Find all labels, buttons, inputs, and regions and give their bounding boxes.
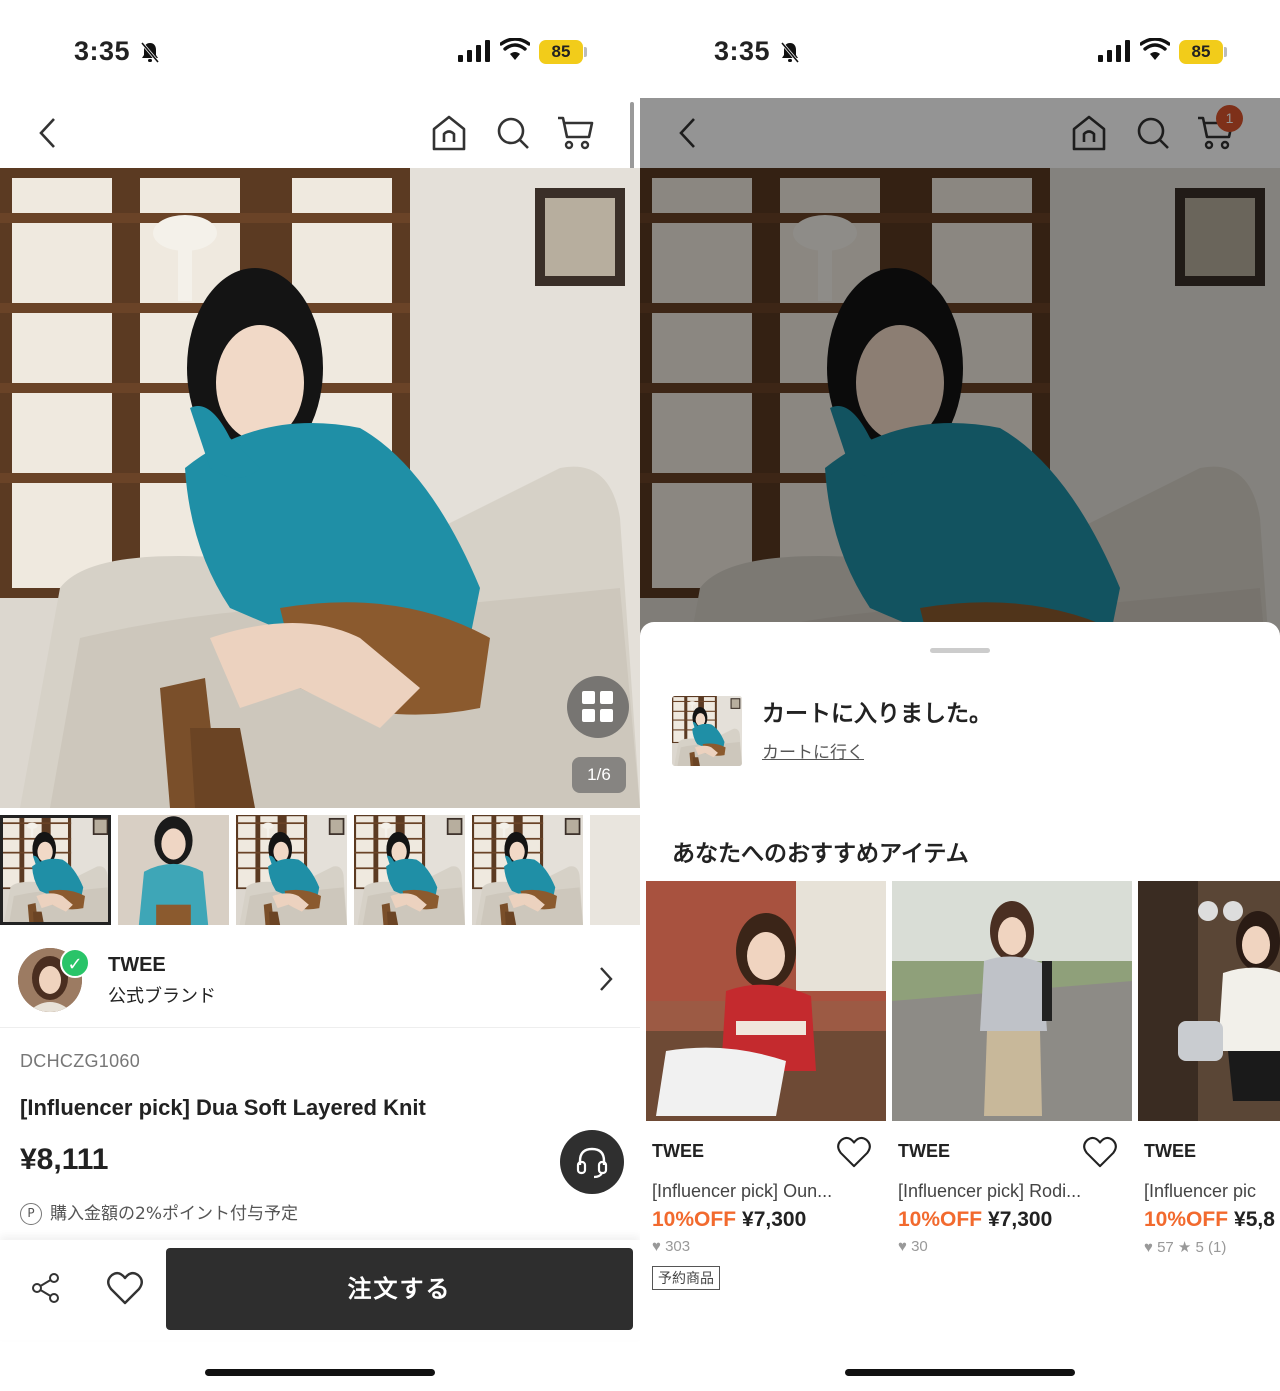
brand-official-label: 公式ブランド [108,986,216,1007]
heart-icon[interactable] [106,1270,144,1306]
bottom-action-bar: 注文する [0,1240,640,1340]
status-time: 3:35 [74,36,131,66]
battery-nub [584,47,587,57]
brand-name: TWEE [108,954,166,976]
bell-slash-icon [140,42,160,63]
go-to-cart-link[interactable]: カートに行く [762,738,864,763]
recommendation-brand: TWEE [898,1141,950,1161]
recommendation-name: [Influencer pick] Oun... [652,1181,833,1201]
recommendation-image [892,881,1132,1121]
recommendation-card[interactable]: TWEE [Influencer pick] Oun... 10%OFF ¥7,3… [646,881,886,1301]
customer-support-button[interactable] [560,1130,624,1194]
recommendation-price: 10%OFF ¥7,300 [652,1208,806,1232]
recommendation-likes: ♥ 57 ★ 5 (1) [1144,1239,1227,1256]
points-info: P 購入金額の2%ポイント付与予定 [20,1199,298,1225]
product-price: ¥8,111 [20,1143,109,1176]
product-detail-screen: 3:35 85 1/6 ✓ TWEE 公式ブランド DCHCZG1060 [In… [0,0,640,1391]
thumbnail[interactable] [354,815,465,925]
preorder-tag: 予約商品 [652,1266,720,1290]
home-icon[interactable] [431,114,467,152]
thumbnail[interactable] [472,815,583,925]
image-counter: 1/6 [572,757,626,793]
points-text: 購入金額の2%ポイント付与予定 [50,1204,298,1224]
home-indicator [205,1369,435,1376]
order-button[interactable]: 注文する [166,1248,633,1330]
recommendation-likes: ♥ 303 [652,1238,691,1255]
price-value: ¥7,300 [988,1208,1053,1231]
added-item-thumbnail [672,696,742,766]
headset-icon [576,1147,608,1179]
back-icon[interactable] [36,116,60,150]
grid-icon-cell [600,691,613,704]
wifi-icon [500,38,530,60]
product-main-image[interactable]: 1/6 [0,168,640,808]
discount-label: 10%OFF [898,1208,983,1231]
thumbnail-strip [0,815,640,925]
modal-backdrop[interactable] [640,98,1280,638]
grid-icon-cell [600,709,613,722]
recommendation-likes: ♥ 30 [898,1238,928,1255]
recommendation-brand: TWEE [1144,1141,1196,1161]
grid-icon-cell [582,709,595,722]
status-time: 3:35 [714,36,771,66]
recommendation-card[interactable]: TWEE [Influencer pic 10%OFF ¥5,8 ♥ 57 ★ 5… [1138,881,1280,1301]
product-title: [Influencer pick] Dua Soft Layered Knit [20,1095,426,1120]
price-value: ¥7,300 [742,1208,807,1231]
verified-check-icon: ✓ [60,948,90,978]
product-sku: DCHCZG1060 [20,1051,141,1071]
signal-icon [458,40,490,62]
recommendation-card[interactable]: TWEE [Influencer pick] Rodi... 10%OFF ¥7,… [892,881,1132,1301]
recommendation-image [646,881,886,1121]
cart-added-sheet: カートに入りました。 カートに行く あなたへのおすすめアイテム TWEE [In… [640,622,1280,1391]
battery-indicator: 85 [1179,40,1223,64]
thumbnail[interactable] [590,815,640,925]
chevron-right-icon [600,967,613,991]
thumbnail[interactable] [118,815,229,925]
thumbnail[interactable] [0,815,111,925]
top-nav [0,98,640,168]
home-indicator [845,1369,1075,1376]
heart-icon[interactable] [836,1135,872,1169]
recommendation-brand: TWEE [652,1141,704,1161]
cart-icon[interactable] [556,115,594,151]
battery-nub [1224,47,1227,57]
sheet-drag-handle[interactable] [930,648,990,653]
recommendations-title: あなたへのおすすめアイテム [672,841,969,867]
cart-added-message: カートに入りました。 [762,701,992,727]
recommendation-image [1138,881,1280,1121]
recommendation-name: [Influencer pick] Rodi... [898,1181,1082,1201]
recommendation-price: 10%OFF ¥5,8 [1144,1208,1275,1232]
status-bar: 3:35 85 [640,0,1280,98]
cart-added-screen: 3:35 85 1 カートに入りました。 カートに行く あなたへのおすすめアイテ… [640,0,1280,1391]
recommendation-name: [Influencer pic [1144,1181,1257,1201]
grid-view-button[interactable] [567,676,629,738]
discount-label: 10%OFF [1144,1208,1229,1231]
thumbnail[interactable] [236,815,347,925]
recommendation-price: 10%OFF ¥7,300 [898,1208,1052,1232]
battery-indicator: 85 [539,40,583,64]
bell-slash-icon [780,42,800,63]
heart-icon[interactable] [1082,1135,1118,1169]
share-icon[interactable] [30,1272,62,1304]
wifi-icon [1140,38,1170,60]
grid-icon [582,691,595,704]
points-icon: P [20,1203,42,1225]
brand-row[interactable]: ✓ TWEE 公式ブランド [0,930,640,1028]
discount-label: 10%OFF [652,1208,737,1231]
price-value: ¥5,8 [1234,1208,1275,1231]
search-icon[interactable] [495,115,531,151]
signal-icon [1098,40,1130,62]
product-photo [0,168,640,808]
status-bar: 3:35 85 [0,0,640,98]
